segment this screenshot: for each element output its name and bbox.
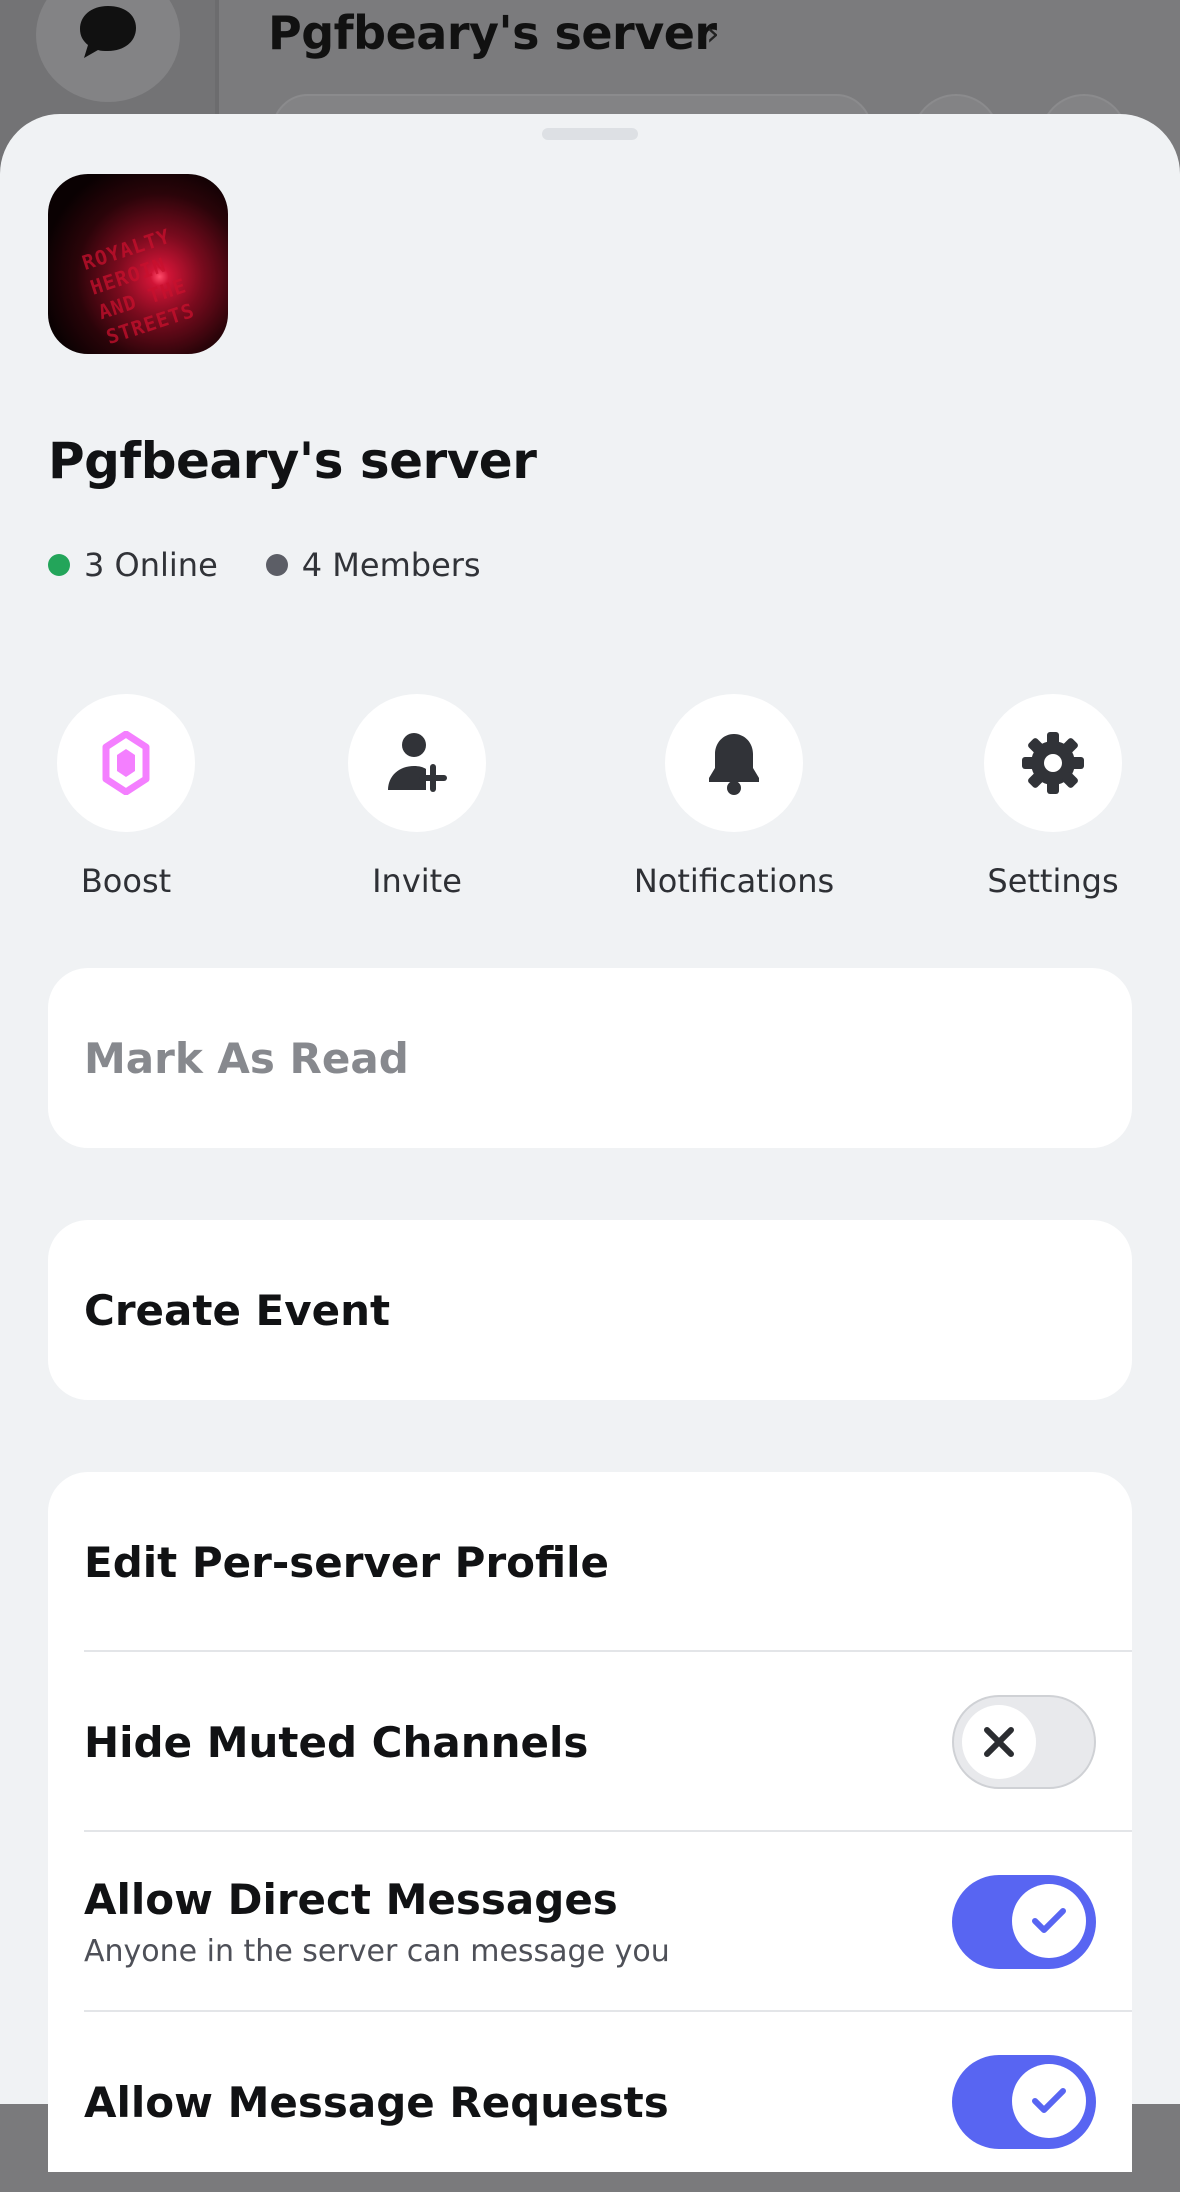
checkmark-icon <box>1032 1908 1066 1933</box>
notifications-label: Notifications <box>633 862 835 900</box>
online-count: 3 Online <box>84 546 218 584</box>
allow-direct-messages-toggle[interactable] <box>952 1875 1096 1969</box>
server-bottom-sheet: ROYALTY HEROIN AND THE STREETS Pgfbeary'… <box>0 114 1180 2172</box>
allow-message-requests-label: Allow Message Requests <box>84 2077 669 2127</box>
mark-as-read-button[interactable]: Mark As Read <box>48 968 1132 1148</box>
hide-muted-channels-toggle[interactable] <box>952 1695 1096 1789</box>
members-count: 4 Members <box>301 546 481 584</box>
toggle-knob <box>1012 2064 1086 2138</box>
invite-button[interactable]: Invite <box>297 694 537 900</box>
boost-gem-icon <box>102 731 150 795</box>
boost-button[interactable]: Boost <box>6 694 246 900</box>
server-icon-lettering: ROYALTY HEROIN AND THE STREETS <box>79 223 198 350</box>
server-name: Pgfbeary's server <box>48 432 537 490</box>
invite-label: Invite <box>372 862 462 900</box>
allow-direct-messages-row[interactable]: Allow Direct Messages Anyone in the serv… <box>48 1832 1132 2012</box>
mark-as-read-label: Mark As Read <box>84 1033 409 1083</box>
hide-muted-channels-row[interactable]: Hide Muted Channels <box>48 1652 1132 1832</box>
chat-bubble-icon <box>80 6 136 58</box>
settings-circle[interactable] <box>984 694 1122 832</box>
hide-muted-channels-label: Hide Muted Channels <box>84 1717 589 1767</box>
chevron-right-icon: › <box>706 14 720 54</box>
members-dot-icon <box>265 554 288 576</box>
create-event-button[interactable]: Create Event <box>48 1220 1132 1400</box>
server-stats: 3 Online 4 Members <box>48 546 481 584</box>
online-dot-icon <box>48 554 70 576</box>
notifications-circle[interactable] <box>665 694 803 832</box>
invite-circle[interactable] <box>348 694 486 832</box>
boost-circle[interactable] <box>57 694 195 832</box>
channel-header-title[interactable]: Pgfbeary's server <box>268 6 717 60</box>
boost-label: Boost <box>80 862 172 900</box>
checkmark-icon <box>1032 2088 1066 2113</box>
allow-message-requests-toggle[interactable] <box>952 2055 1096 2149</box>
allow-direct-messages-description: Anyone in the server can message you <box>84 1934 670 1969</box>
settings-button[interactable]: Settings <box>933 694 1173 900</box>
notifications-button[interactable]: Notifications <box>614 694 854 900</box>
add-person-icon <box>388 733 447 792</box>
allow-message-requests-row[interactable]: Allow Message Requests <box>48 2012 1132 2192</box>
toggle-knob <box>962 1705 1036 1779</box>
create-event-label: Create Event <box>84 1285 391 1335</box>
gear-icon <box>1022 732 1084 794</box>
sheet-drag-handle[interactable] <box>542 128 638 140</box>
edit-profile-row[interactable]: Edit Per-server Profile <box>48 1472 1132 1652</box>
direct-messages-button[interactable] <box>36 0 180 102</box>
edit-profile-label: Edit Per-server Profile <box>84 1537 610 1587</box>
allow-direct-messages-label: Allow Direct Messages <box>84 1875 618 1924</box>
settings-label: Settings <box>987 862 1119 900</box>
toggle-knob <box>1012 1884 1086 1958</box>
quick-actions: Boost Invite Notifications Settings <box>0 694 1180 914</box>
close-icon <box>984 1727 1014 1757</box>
bell-icon <box>709 734 759 795</box>
server-icon: ROYALTY HEROIN AND THE STREETS <box>48 174 228 354</box>
server-settings-group: Edit Per-server Profile Hide Muted Chann… <box>48 1472 1132 2172</box>
